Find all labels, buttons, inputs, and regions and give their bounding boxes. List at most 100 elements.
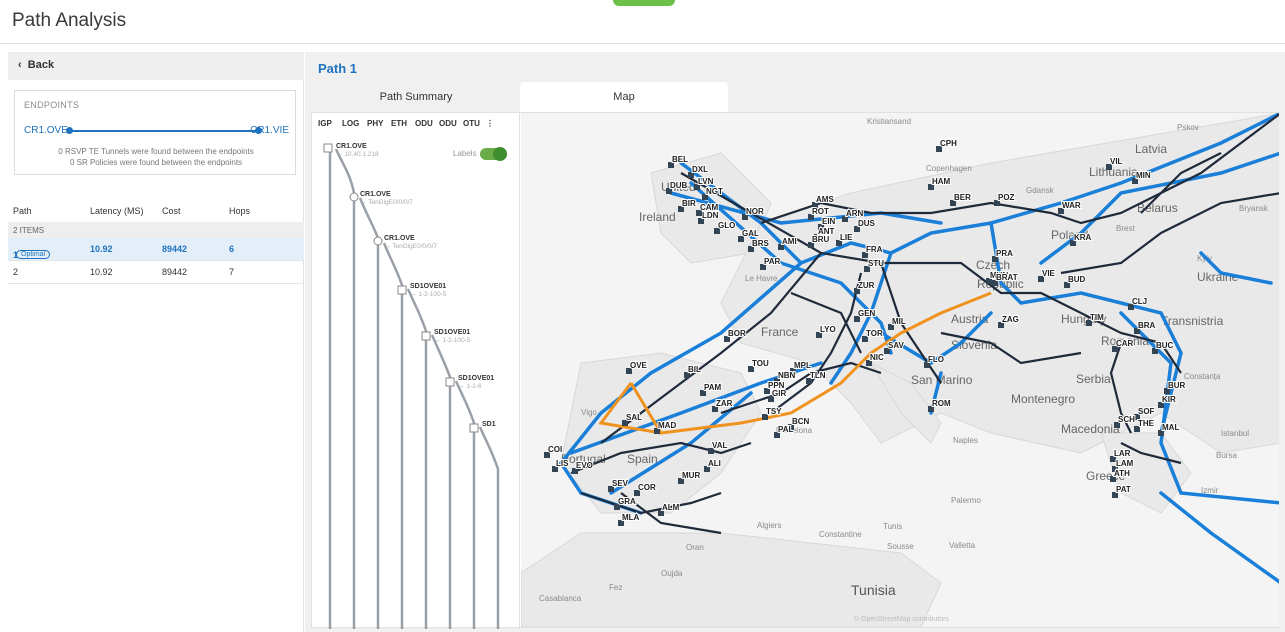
svg-text:Lithuania: Lithuania bbox=[1089, 165, 1138, 179]
network-node-label: MLA bbox=[622, 513, 640, 522]
back-button[interactable]: ‹ Back bbox=[8, 52, 304, 80]
network-node-label: LYO bbox=[820, 325, 836, 334]
network-node-label: LIE bbox=[840, 233, 853, 242]
network-node-label: LAM bbox=[1116, 459, 1134, 468]
network-node-label: SEV bbox=[612, 479, 629, 488]
network-node-label: COR bbox=[638, 483, 656, 492]
network-node[interactable]: CPH bbox=[936, 138, 958, 152]
network-node-label: BUC bbox=[1156, 341, 1174, 350]
network-node-label: PAM bbox=[704, 383, 722, 392]
svg-text:Serbia: Serbia bbox=[1076, 372, 1111, 386]
column-header-path[interactable]: Path bbox=[13, 206, 32, 216]
network-node-label: GEN bbox=[858, 309, 876, 318]
svg-text:Gdansk: Gdansk bbox=[1026, 186, 1055, 195]
network-node-label: CLJ bbox=[1132, 297, 1147, 306]
svg-text:Palermo: Palermo bbox=[951, 496, 981, 505]
svg-text:Valletta: Valletta bbox=[949, 541, 976, 550]
network-node[interactable]: MAL bbox=[1158, 422, 1180, 436]
svg-text:Bursa: Bursa bbox=[1216, 451, 1237, 460]
network-node[interactable]: THE bbox=[1134, 418, 1156, 432]
optimal-badge: Optimal bbox=[16, 250, 51, 259]
hop-node[interactable]: CR1.OVE ↔ 10.40.1.218 bbox=[336, 143, 379, 158]
tab-path-summary[interactable]: Path Summary bbox=[313, 82, 519, 112]
network-node-label: MIL bbox=[892, 317, 906, 326]
svg-text:Algiers: Algiers bbox=[757, 521, 781, 530]
network-node-label: SAL bbox=[626, 413, 642, 422]
network-node-label: MAD bbox=[658, 421, 676, 430]
column-header-latency[interactable]: Latency (MS) bbox=[90, 206, 144, 216]
network-node-label: ALM bbox=[662, 503, 680, 512]
svg-text:Naples: Naples bbox=[953, 436, 978, 445]
destination-endpoint[interactable]: CR1.VIE bbox=[250, 125, 289, 136]
hop-node[interactable]: SD1OVE01 ↔ 1-2-100-5 bbox=[434, 329, 471, 344]
network-node-label: DUS bbox=[858, 219, 876, 228]
path-title: Path 1 bbox=[318, 61, 358, 76]
hop-node[interactable]: CR1.OVE ↔ TenGigE0/0/0/7 bbox=[360, 191, 413, 206]
endpoints-label: ENDPOINTS bbox=[24, 100, 80, 110]
network-node-label: KIR bbox=[1162, 395, 1176, 404]
network-node-label: BIL bbox=[688, 365, 701, 374]
column-header-hops[interactable]: Hops bbox=[229, 206, 250, 216]
network-node-label: DXL bbox=[692, 165, 708, 174]
svg-text:Vigo: Vigo bbox=[581, 408, 597, 417]
cost-cell: 89442 bbox=[162, 267, 188, 277]
network-node-label: VIE bbox=[1042, 269, 1056, 278]
svg-text:Constanța: Constanța bbox=[1184, 372, 1221, 381]
hop-tree-lines bbox=[323, 143, 500, 629]
network-node-label: MIN bbox=[1136, 171, 1151, 180]
svg-text:Constantine: Constantine bbox=[819, 530, 862, 539]
svg-text:Fez: Fez bbox=[609, 583, 622, 592]
labels-toggle[interactable] bbox=[480, 147, 507, 161]
svg-text:Transnistria: Transnistria bbox=[1161, 314, 1224, 328]
column-header-cost[interactable]: Cost bbox=[162, 206, 181, 216]
sr-message: 0 SR Policies were found between the end… bbox=[69, 158, 243, 167]
network-node-label: BER bbox=[954, 193, 971, 202]
svg-text:Oujda: Oujda bbox=[661, 569, 683, 578]
endpoint-connector bbox=[69, 130, 259, 132]
svg-text:Tunis: Tunis bbox=[883, 522, 902, 531]
svg-text:Pskov: Pskov bbox=[1177, 123, 1199, 132]
hop-node[interactable]: CR1.OVE ↔ TenGigE0/0/0/7 bbox=[384, 235, 437, 250]
tab-map[interactable]: Map bbox=[520, 82, 728, 112]
hops-cell: 7 bbox=[229, 267, 235, 277]
table-row[interactable]: 1 Optimal 10.92 89442 6 bbox=[8, 238, 304, 261]
network-node[interactable]: TLN bbox=[806, 370, 827, 384]
network-node-label: ATH bbox=[1114, 469, 1130, 478]
network-node[interactable]: MLA bbox=[618, 512, 641, 526]
network-node-label: ZAR bbox=[716, 399, 733, 408]
network-node-label: LVN bbox=[698, 177, 714, 186]
chevron-left-icon: ‹ bbox=[18, 59, 28, 71]
source-endpoint[interactable]: CR1.OVE bbox=[24, 125, 68, 136]
network-node-label: CPH bbox=[940, 139, 957, 148]
network-node-label: NBN bbox=[778, 371, 796, 380]
network-node-label: POZ bbox=[998, 193, 1015, 202]
network-node[interactable]: TOU bbox=[748, 358, 770, 372]
network-node-label: COI bbox=[548, 445, 562, 454]
network-node-label: BCN bbox=[792, 417, 810, 426]
network-node-label: FLO bbox=[928, 355, 944, 364]
network-node-label: EIN bbox=[822, 217, 836, 226]
network-node-label: BRA bbox=[1138, 321, 1156, 330]
network-node[interactable]: ALM bbox=[658, 502, 681, 516]
network-node-label: LAR bbox=[1114, 449, 1131, 458]
svg-text:Copenhagen: Copenhagen bbox=[926, 164, 972, 173]
network-node-label: BOR bbox=[728, 329, 746, 338]
svg-text:Brest: Brest bbox=[1116, 224, 1135, 233]
hop-node[interactable]: SD1OVE01 ↔ 1-2-6 bbox=[458, 375, 494, 390]
hop-node[interactable]: SD1OVE01 ↔ 1-2-100-5 bbox=[410, 283, 447, 298]
network-map[interactable]: Kristiansand Pskov Latvia Lithuania Bela… bbox=[521, 113, 1279, 627]
svg-text:Macedonia: Macedonia bbox=[1061, 422, 1120, 436]
page-title: Path Analysis bbox=[12, 10, 127, 31]
network-node-label: MPL bbox=[794, 361, 811, 370]
network-node-label: TOR bbox=[866, 329, 883, 338]
network-node-label: BIR bbox=[682, 199, 696, 208]
network-node[interactable]: COI bbox=[544, 444, 563, 458]
layer-stack: IGP LOG PHY ETH ODU ODU OTU ⋮ CR1.OVE ↔ … bbox=[312, 113, 520, 629]
hop-node[interactable]: SD1 bbox=[482, 421, 496, 428]
network-node-label: VAL bbox=[712, 441, 728, 450]
network-node-label: LIS bbox=[556, 459, 569, 468]
network-node-label: LDN bbox=[702, 211, 719, 220]
network-node-label: VIL bbox=[1110, 157, 1123, 166]
network-node-label: ARN bbox=[846, 209, 864, 218]
table-row[interactable]: 2 10.92 89442 7 bbox=[8, 261, 304, 284]
